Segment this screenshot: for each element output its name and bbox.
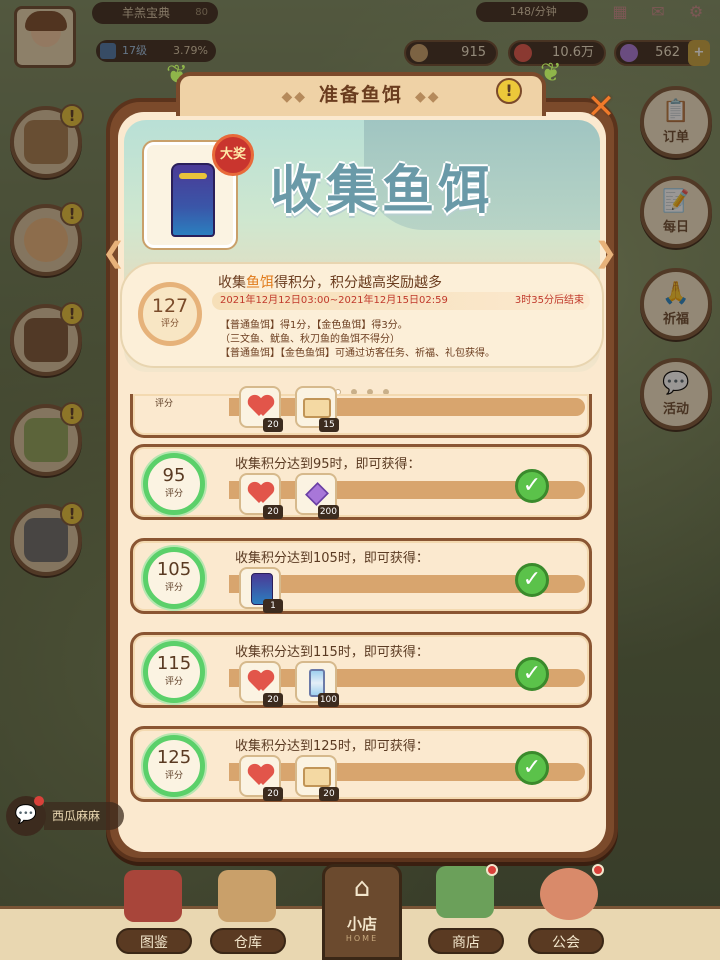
reward-item[interactable]: 100 <box>295 661 339 707</box>
close-button[interactable]: ✕ <box>584 90 618 124</box>
heart-icon <box>249 396 273 418</box>
check-icon: ✓ <box>515 657 549 691</box>
check-icon: ✓ <box>515 563 549 597</box>
row-score-unit: 评分 <box>164 489 183 499</box>
headline-post: 得积分，积分越高奖励越多 <box>274 275 442 291</box>
store-icon <box>436 866 494 918</box>
rule-line-2: （三文鱼、鱿鱼、秋刀鱼的鱼饵不得分） <box>220 334 400 345</box>
nav-store[interactable]: 商店 <box>428 928 504 954</box>
item-count: 200 <box>317 505 339 519</box>
heart-icon <box>249 483 273 505</box>
row-bar <box>229 398 585 416</box>
row-score-value: 95 <box>162 465 186 486</box>
item-count: 20 <box>319 787 339 801</box>
banner-title: 收集鱼饵 <box>270 161 495 221</box>
home-button[interactable]: ⌂ 小店 HOME <box>322 864 402 960</box>
reward-item[interactable]: 200 <box>295 473 339 519</box>
reward-item[interactable]: 20 <box>239 386 283 432</box>
row-score: 105 评分 <box>143 547 205 609</box>
item-count: 15 <box>319 418 339 432</box>
ornament-icon: ◆◆ <box>415 89 441 105</box>
row-score-unit: 评分 <box>164 583 183 593</box>
row-score-unit: 评分 <box>164 771 183 781</box>
robe-icon <box>171 163 215 237</box>
reward-row-partial: 评分 20 15 <box>130 386 592 438</box>
row-text: 收集积分达到125时，即可获得： <box>235 739 429 754</box>
reward-row: 115 评分 收集积分达到115时，即可获得： 20 100 ✓ <box>130 632 592 708</box>
guild-icon <box>540 868 598 920</box>
rule-line-1: 【普通鱼饵】得1分，【金色鱼饵】得3分。 <box>220 320 408 331</box>
headline-highlight: 鱼饵 <box>246 275 274 291</box>
reward-row: 125 评分 收集积分达到125时，即可获得： 20 20 ✓ <box>130 726 592 802</box>
nav-warehouse[interactable]: 仓库 <box>210 928 286 954</box>
panel-title: 准备鱼饵 <box>318 84 403 106</box>
row-score-value: 125 <box>156 747 192 768</box>
reward-row: 95 评分 收集积分达到95时，即可获得： 20 200 ✓ <box>130 444 592 520</box>
row-score: 115 评分 <box>143 641 205 703</box>
guild-notification-dot <box>592 864 604 876</box>
row-score: 125 评分 <box>143 735 205 797</box>
row-text: 收集积分达到95时，即可获得： <box>235 457 421 472</box>
reward-item[interactable]: 20 <box>239 755 283 801</box>
row-text: 收集积分达到105时，即可获得： <box>235 551 429 566</box>
home-label: 小店 <box>346 915 377 933</box>
row-score-unit: 评分 <box>155 399 174 409</box>
info-icon[interactable]: ! <box>496 78 522 104</box>
shop-icon: ⌂ <box>353 873 371 903</box>
reward-item[interactable]: 15 <box>295 386 339 432</box>
row-score-value: 105 <box>156 559 192 580</box>
reward-item[interactable]: 20 <box>239 473 283 519</box>
time-left: 3时35分后结束 <box>514 295 584 306</box>
current-score: 127 评分 <box>138 282 202 346</box>
current-score-unit: 评分 <box>160 319 179 329</box>
chat-preview[interactable]: 西瓜麻麻 <box>44 802 124 830</box>
next-arrow-icon[interactable]: ❯ <box>594 236 617 269</box>
reward-row: 105 评分 收集积分达到105时，即可获得： 1 ✓ <box>130 538 592 614</box>
time-range: 2021年12月12日03:00~2021年12月15日02:59 <box>220 295 448 306</box>
prev-arrow-icon[interactable]: ❮ <box>102 236 125 269</box>
item-count: 20 <box>263 787 283 801</box>
item-count: 100 <box>317 693 339 707</box>
album-icon <box>124 870 182 922</box>
row-text: 收集积分达到115时，即可获得： <box>235 645 429 660</box>
home-sub-label: HOME <box>345 934 379 943</box>
headline-pre: 收集 <box>218 275 246 291</box>
item-count: 1 <box>263 599 283 613</box>
ticket-icon <box>303 767 331 787</box>
store-notification-dot <box>486 864 498 876</box>
panel-title-bar: ◆◆ 准备鱼饵 ◆◆ <box>176 72 546 116</box>
ticket-icon <box>303 398 331 418</box>
check-icon: ✓ <box>515 469 549 503</box>
nav-guild[interactable]: 公会 <box>528 928 604 954</box>
reward-item[interactable]: 1 <box>239 567 283 613</box>
heart-icon <box>249 765 273 787</box>
page-indicator <box>330 380 400 395</box>
event-time: 2021年12月12日03:00~2021年12月15日02:59 3时35分后… <box>212 292 590 310</box>
ornament-icon: ◆◆ <box>281 89 307 105</box>
nav-album[interactable]: 图鉴 <box>116 928 192 954</box>
check-icon: ✓ <box>515 751 549 785</box>
item-count: 20 <box>263 505 283 519</box>
current-score-value: 127 <box>151 295 189 317</box>
event-headline: 收集鱼饵得积分，积分越高奖励越多 <box>218 272 578 292</box>
warehouse-icon <box>218 870 276 922</box>
chat-notification-dot <box>34 796 44 806</box>
rule-line-3: 【普通鱼饵】【金色鱼饵】可通过访客任务、祈福、礼包获得。 <box>220 348 495 359</box>
row-score: 95 评分 <box>143 453 205 515</box>
row-score-value: 115 <box>156 653 192 674</box>
heart-icon <box>249 671 273 693</box>
reward-item[interactable]: 20 <box>295 755 339 801</box>
gem-icon <box>305 482 329 506</box>
item-count: 20 <box>263 418 283 432</box>
grand-prize-badge: 大奖 <box>212 134 254 176</box>
reward-item[interactable]: 20 <box>239 661 283 707</box>
item-count: 20 <box>263 693 283 707</box>
row-score-unit: 评分 <box>164 677 183 687</box>
